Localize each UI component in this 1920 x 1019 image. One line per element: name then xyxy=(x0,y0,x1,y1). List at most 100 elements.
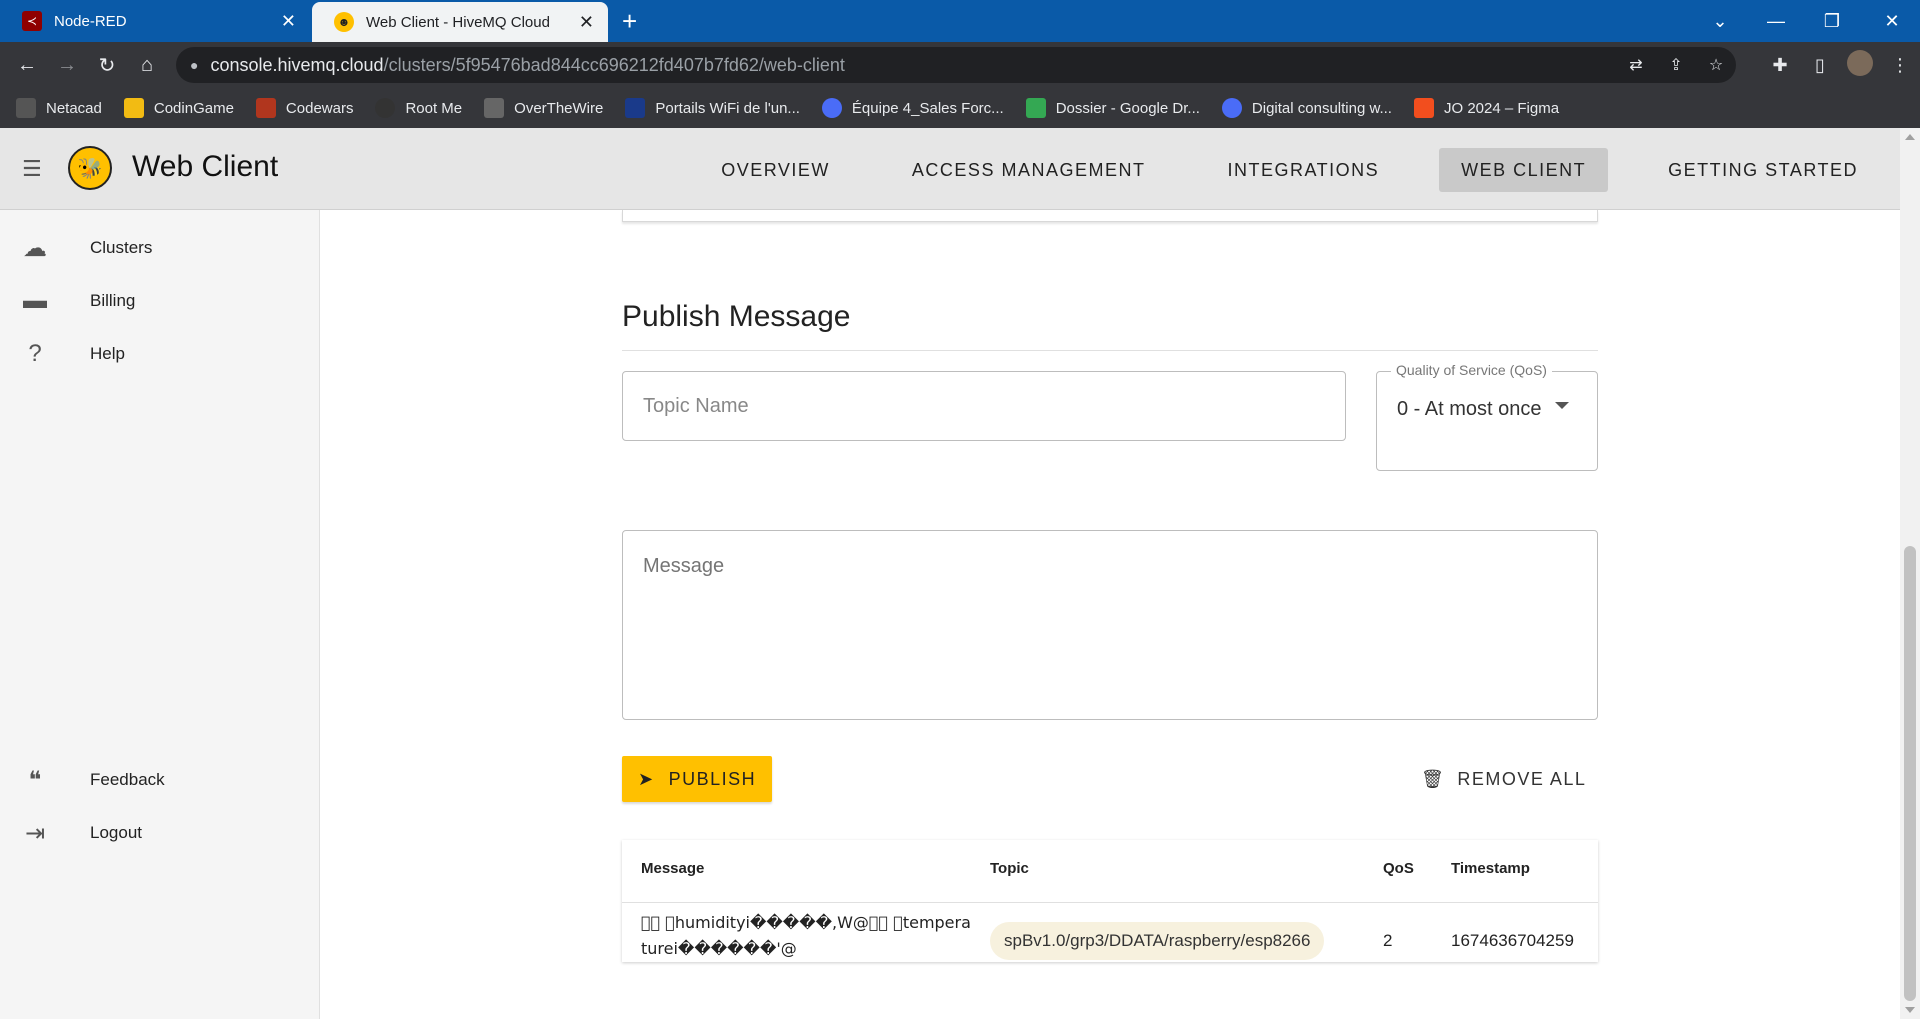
forward-icon[interactable]: → xyxy=(52,50,82,80)
browser-tab-bar: ≺ Node-RED ✕ ☻ Web Client - HiveMQ Cloud… xyxy=(0,0,1920,42)
bookmark-equipe-4[interactable]: Équipe 4_Sales Forc... xyxy=(821,98,1004,118)
delete-sweep-icon: 🗑 xyxy=(1421,768,1446,789)
page-scrollbar[interactable] xyxy=(1900,128,1920,1019)
side-panel-icon[interactable]: ▯ xyxy=(1800,55,1840,76)
bookmark-codewars[interactable]: Codewars xyxy=(255,98,353,118)
restore-icon[interactable]: ❐ xyxy=(1804,0,1860,42)
minimize-icon[interactable]: — xyxy=(1748,0,1804,42)
send-icon: ➤ xyxy=(638,768,655,789)
hivemq-icon: ☻ xyxy=(334,12,354,32)
scroll-up-arrow-icon[interactable] xyxy=(1905,134,1915,140)
reload-icon[interactable]: ↻ xyxy=(92,50,122,80)
bookmark-icon xyxy=(375,98,396,118)
sidebar-item-billing[interactable]: ▬ Billing xyxy=(0,276,320,326)
column-header-topic: Topic xyxy=(990,860,1029,877)
bookmark-overthewire[interactable]: OverTheWire xyxy=(484,98,603,118)
close-icon[interactable]: ✕ xyxy=(281,12,296,30)
sidebar: ☁ Clusters ▬ Billing ? Help ❝ Feedback ⇥… xyxy=(0,210,320,1019)
extensions-icon[interactable]: ✚ xyxy=(1760,55,1800,76)
browser-tab-node-red[interactable]: ≺ Node-RED ✕ xyxy=(0,0,310,42)
topic-name-input[interactable] xyxy=(622,371,1346,441)
dropdown-arrow-icon xyxy=(1555,402,1569,409)
tab-title: Node-RED xyxy=(54,12,127,30)
back-icon[interactable]: ← xyxy=(12,50,42,80)
menu-collapse-icon[interactable]: ☰ xyxy=(22,158,48,180)
cloud-icon: ☁ xyxy=(23,234,47,262)
divider xyxy=(622,350,1598,351)
url-path: /clusters/5f95476bad844cc696212fd407b7fd… xyxy=(383,54,845,75)
translate-icon[interactable]: ⇄ xyxy=(1616,55,1656,75)
bookmark-icon xyxy=(123,98,144,118)
qos-selected-value: 0 - At most once xyxy=(1397,398,1542,420)
nav-web-client[interactable]: WEB CLIENT xyxy=(1439,148,1609,192)
qos-cell: 2 xyxy=(1383,931,1393,950)
qos-label: Quality of Service (QoS) xyxy=(1391,362,1552,378)
nav-overview[interactable]: OVERVIEW xyxy=(699,148,852,192)
qos-select[interactable]: Quality of Service (QoS) 0 - At most onc… xyxy=(1376,362,1598,471)
table-header-divider xyxy=(622,902,1598,903)
share-icon[interactable]: ⇪ xyxy=(1656,55,1696,75)
home-icon[interactable]: ⌂ xyxy=(132,50,162,80)
nav-getting-started[interactable]: GETTING STARTED xyxy=(1646,148,1880,192)
bookmark-icon xyxy=(255,98,276,118)
sidebar-item-feedback[interactable]: ❝ Feedback xyxy=(0,755,320,805)
lock-icon: ● xyxy=(190,57,199,73)
messages-table: Message Topic QoS Timestamp     humidity… xyxy=(622,840,1598,962)
column-header-qos: QoS xyxy=(1383,860,1414,877)
bookmark-netacad[interactable]: Netacad xyxy=(16,98,102,118)
sidebar-item-label: Feedback xyxy=(90,770,165,789)
publish-section-title: Publish Message xyxy=(622,300,851,333)
bookmark-portails-wifi[interactable]: Portails WiFi de l'un... xyxy=(625,98,800,118)
profile-avatar[interactable] xyxy=(1840,49,1880,81)
window-close-icon[interactable]: ✕ xyxy=(1864,0,1920,42)
publish-button-label: PUBLISH xyxy=(668,768,757,789)
node-red-icon: ≺ xyxy=(22,11,42,31)
main-content: Publish Message Quality of Service (QoS)… xyxy=(321,210,1900,1019)
hivemq-logo: 🐝 xyxy=(68,146,112,190)
bookmark-icon xyxy=(16,98,36,118)
bookmark-icon xyxy=(821,98,842,118)
timestamp-cell: 1674636704259 xyxy=(1451,931,1574,950)
close-icon[interactable]: ✕ xyxy=(579,13,594,31)
new-tab-button[interactable]: + xyxy=(622,8,637,34)
sidebar-item-label: Billing xyxy=(90,291,136,310)
scroll-down-arrow-icon[interactable] xyxy=(1905,1007,1915,1013)
scroll-thumb[interactable] xyxy=(1904,546,1916,1001)
url-host: console.hivemq.cloud xyxy=(210,54,384,75)
sidebar-item-label: Logout xyxy=(90,823,142,842)
message-input[interactable] xyxy=(622,530,1598,720)
browser-tab-hivemq[interactable]: ☻ Web Client - HiveMQ Cloud ✕ xyxy=(312,2,608,42)
column-header-message: Message xyxy=(641,860,705,877)
bookmarks-bar: Netacad CodinGame Codewars Root Me OverT… xyxy=(0,88,1920,128)
tab-search-icon[interactable]: ⌄ xyxy=(1692,0,1748,42)
star-icon[interactable]: ☆ xyxy=(1696,55,1736,75)
credit-card-icon: ▬ xyxy=(23,287,47,314)
sidebar-item-help[interactable]: ? Help xyxy=(0,329,320,379)
remove-all-button[interactable]: 🗑 REMOVE ALL xyxy=(1421,756,1598,802)
bookmark-codingame[interactable]: CodinGame xyxy=(123,98,234,118)
sidebar-item-label: Help xyxy=(90,344,125,363)
sidebar-item-clusters[interactable]: ☁ Clusters xyxy=(0,223,320,273)
more-menu-icon[interactable]: ⋮ xyxy=(1880,55,1920,76)
publish-button[interactable]: ➤ PUBLISH xyxy=(622,756,772,802)
app-header: ☰ 🐝 Web Client OVERVIEW ACCESS MANAGEMEN… xyxy=(0,128,1900,210)
top-navigation: OVERVIEW ACCESS MANAGEMENT INTEGRATIONS … xyxy=(661,148,1880,192)
browser-toolbar: ← → ↻ ⌂ ● console.hivemq.cloud /clusters… xyxy=(0,42,1920,88)
google-drive-icon xyxy=(1025,98,1046,118)
logout-icon: ⇥ xyxy=(24,819,46,847)
tab-title: Web Client - HiveMQ Cloud xyxy=(366,13,550,31)
bookmark-digital-consulting[interactable]: Digital consulting w... xyxy=(1221,98,1392,118)
bookmark-icon xyxy=(484,98,505,118)
nav-access-management[interactable]: ACCESS MANAGEMENT xyxy=(890,148,1168,192)
help-circle-icon: ? xyxy=(28,340,42,367)
bookmark-root-me[interactable]: Root Me xyxy=(375,98,462,118)
bookmark-google-drive[interactable]: Dossier - Google Dr... xyxy=(1025,98,1200,118)
topic-chip: spBv1.0/grp3/DDATA/raspberry/esp8266 xyxy=(990,922,1325,960)
sidebar-item-logout[interactable]: ⇥ Logout xyxy=(0,808,320,858)
page-title: Web Client xyxy=(132,150,279,183)
nav-integrations[interactable]: INTEGRATIONS xyxy=(1205,148,1401,192)
previous-card-edge xyxy=(622,210,1598,222)
bookmark-figma[interactable]: JO 2024 – Figma xyxy=(1413,98,1559,118)
address-bar[interactable]: ● console.hivemq.cloud /clusters/5f95476… xyxy=(176,47,1736,83)
bookmark-icon xyxy=(1221,98,1242,118)
